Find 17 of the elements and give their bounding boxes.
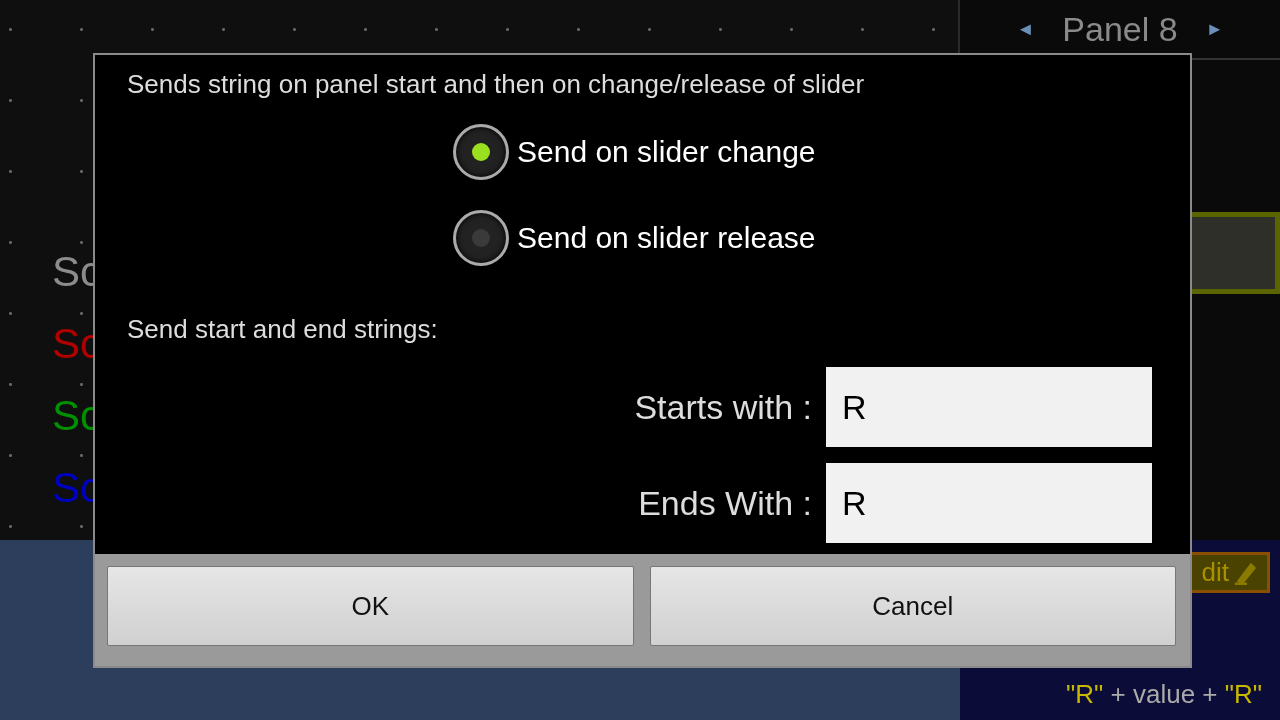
dialog-button[interactable]: Cancel	[649, 566, 1176, 646]
radio-label[interactable]: Send on slider release	[517, 221, 816, 255]
dialog-message: Sends string on panel start and then on change/release of slider	[127, 68, 865, 100]
input-field[interactable]: R	[826, 367, 1152, 447]
previous-panel-button[interactable]: ◄	[1016, 18, 1035, 40]
field-label: Starts with :	[634, 387, 812, 427]
section-label: Send start and end strings:	[127, 313, 438, 345]
field-label: Ends With :	[638, 483, 812, 523]
next-panel-button[interactable]: ►	[1205, 18, 1224, 40]
panel-title: Panel 8	[1062, 9, 1178, 49]
input-field[interactable]: R	[826, 463, 1152, 543]
radio-button[interactable]	[453, 210, 509, 266]
pencil-icon	[1235, 560, 1257, 585]
dialog-button[interactable]: OK	[107, 566, 634, 646]
sends-expression: "R" + value + "R"	[1066, 678, 1263, 710]
radio-button[interactable]	[453, 124, 509, 180]
radio-label[interactable]: Send on slider change	[517, 135, 816, 169]
